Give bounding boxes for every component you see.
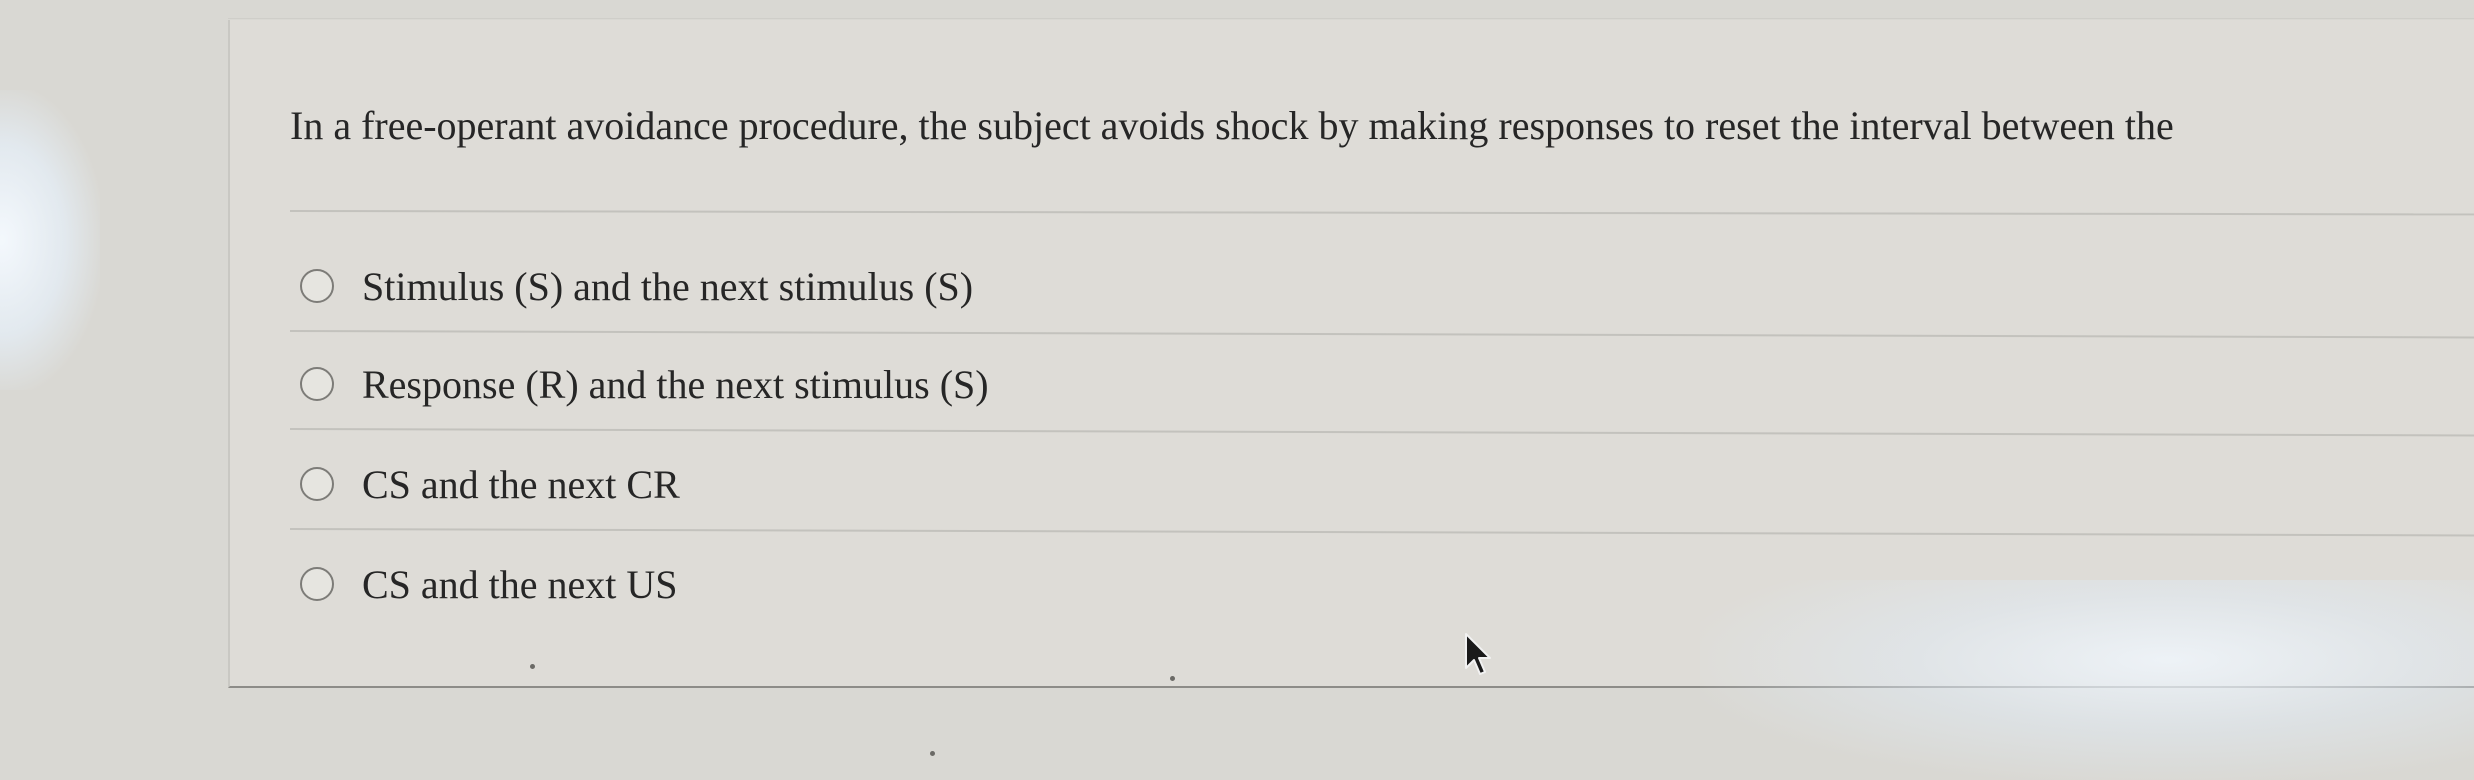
screen-glare	[0, 90, 100, 390]
radio-unselected-icon[interactable]	[300, 269, 334, 303]
radio-unselected-icon[interactable]	[300, 567, 334, 601]
answer-option-3[interactable]: CS and the next CR	[300, 456, 680, 512]
mouse-pointer-icon	[1465, 633, 1491, 675]
answer-option-1[interactable]: Stimulus (S) and the next stimulus (S)	[300, 258, 973, 314]
radio-unselected-icon[interactable]	[300, 367, 334, 401]
radio-unselected-icon[interactable]	[300, 467, 334, 501]
question-text: In a free-operant avoidance procedure, t…	[290, 103, 2174, 148]
answer-option-label: CS and the next US	[362, 561, 678, 607]
answer-option-2[interactable]: Response (R) and the next stimulus (S)	[300, 356, 989, 412]
screen-speck	[930, 751, 935, 756]
top-border	[228, 18, 2474, 19]
screen-glare	[1700, 580, 2474, 780]
answer-option-4[interactable]: CS and the next US	[300, 556, 678, 612]
answer-option-label: Stimulus (S) and the next stimulus (S)	[362, 263, 974, 309]
screen-speck	[1170, 676, 1175, 681]
screen-speck	[530, 664, 535, 669]
answer-option-label: CS and the next CR	[362, 461, 680, 507]
answer-option-label: Response (R) and the next stimulus (S)	[362, 361, 989, 407]
